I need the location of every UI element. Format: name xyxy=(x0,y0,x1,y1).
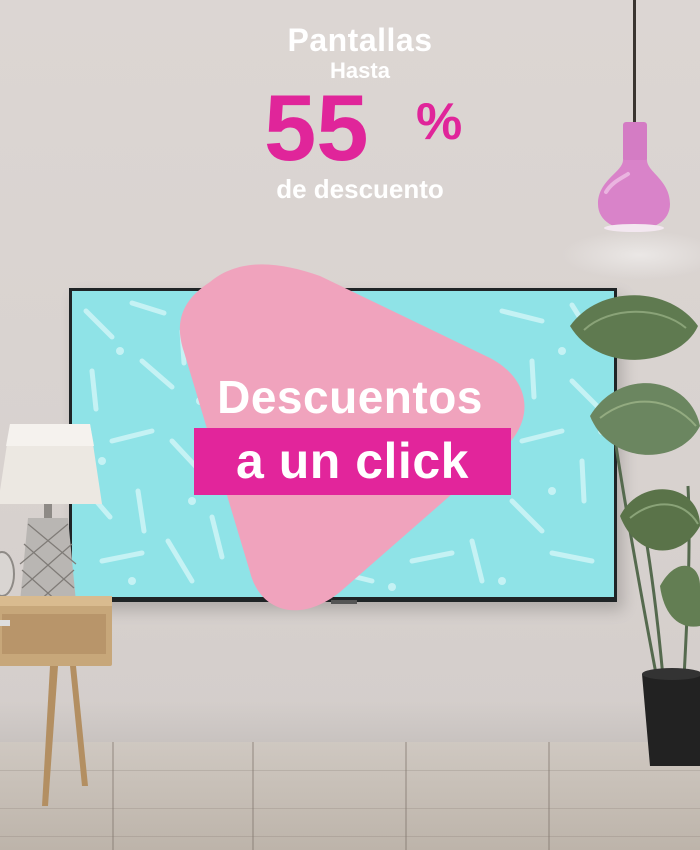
discount-number: 55 xyxy=(264,75,369,180)
promo-banner[interactable]: Pantallas Hasta 55 % de descuento Descue… xyxy=(0,0,700,850)
headline-category: Pantallas xyxy=(287,22,433,58)
monstera-plant-icon xyxy=(570,295,700,766)
promo-subtitle[interactable]: a un click xyxy=(194,428,511,495)
discount-figure: 55 % xyxy=(220,78,500,178)
pendant-lamp-glow xyxy=(560,230,700,280)
discount-percent-sign: % xyxy=(416,93,463,151)
pendant-lamp-cord xyxy=(633,0,636,125)
floor-board-seam xyxy=(405,742,407,850)
floor-board-seam xyxy=(252,742,254,850)
headline: Pantallas Hasta 55 % de descuento xyxy=(220,22,500,204)
floor-grain xyxy=(0,836,700,837)
floor-board-seam xyxy=(548,742,550,850)
promo-title: Descuentos xyxy=(217,371,483,423)
pendant-lamp-icon xyxy=(598,122,670,232)
side-table xyxy=(0,596,112,806)
table-lamp-icon xyxy=(0,424,102,603)
